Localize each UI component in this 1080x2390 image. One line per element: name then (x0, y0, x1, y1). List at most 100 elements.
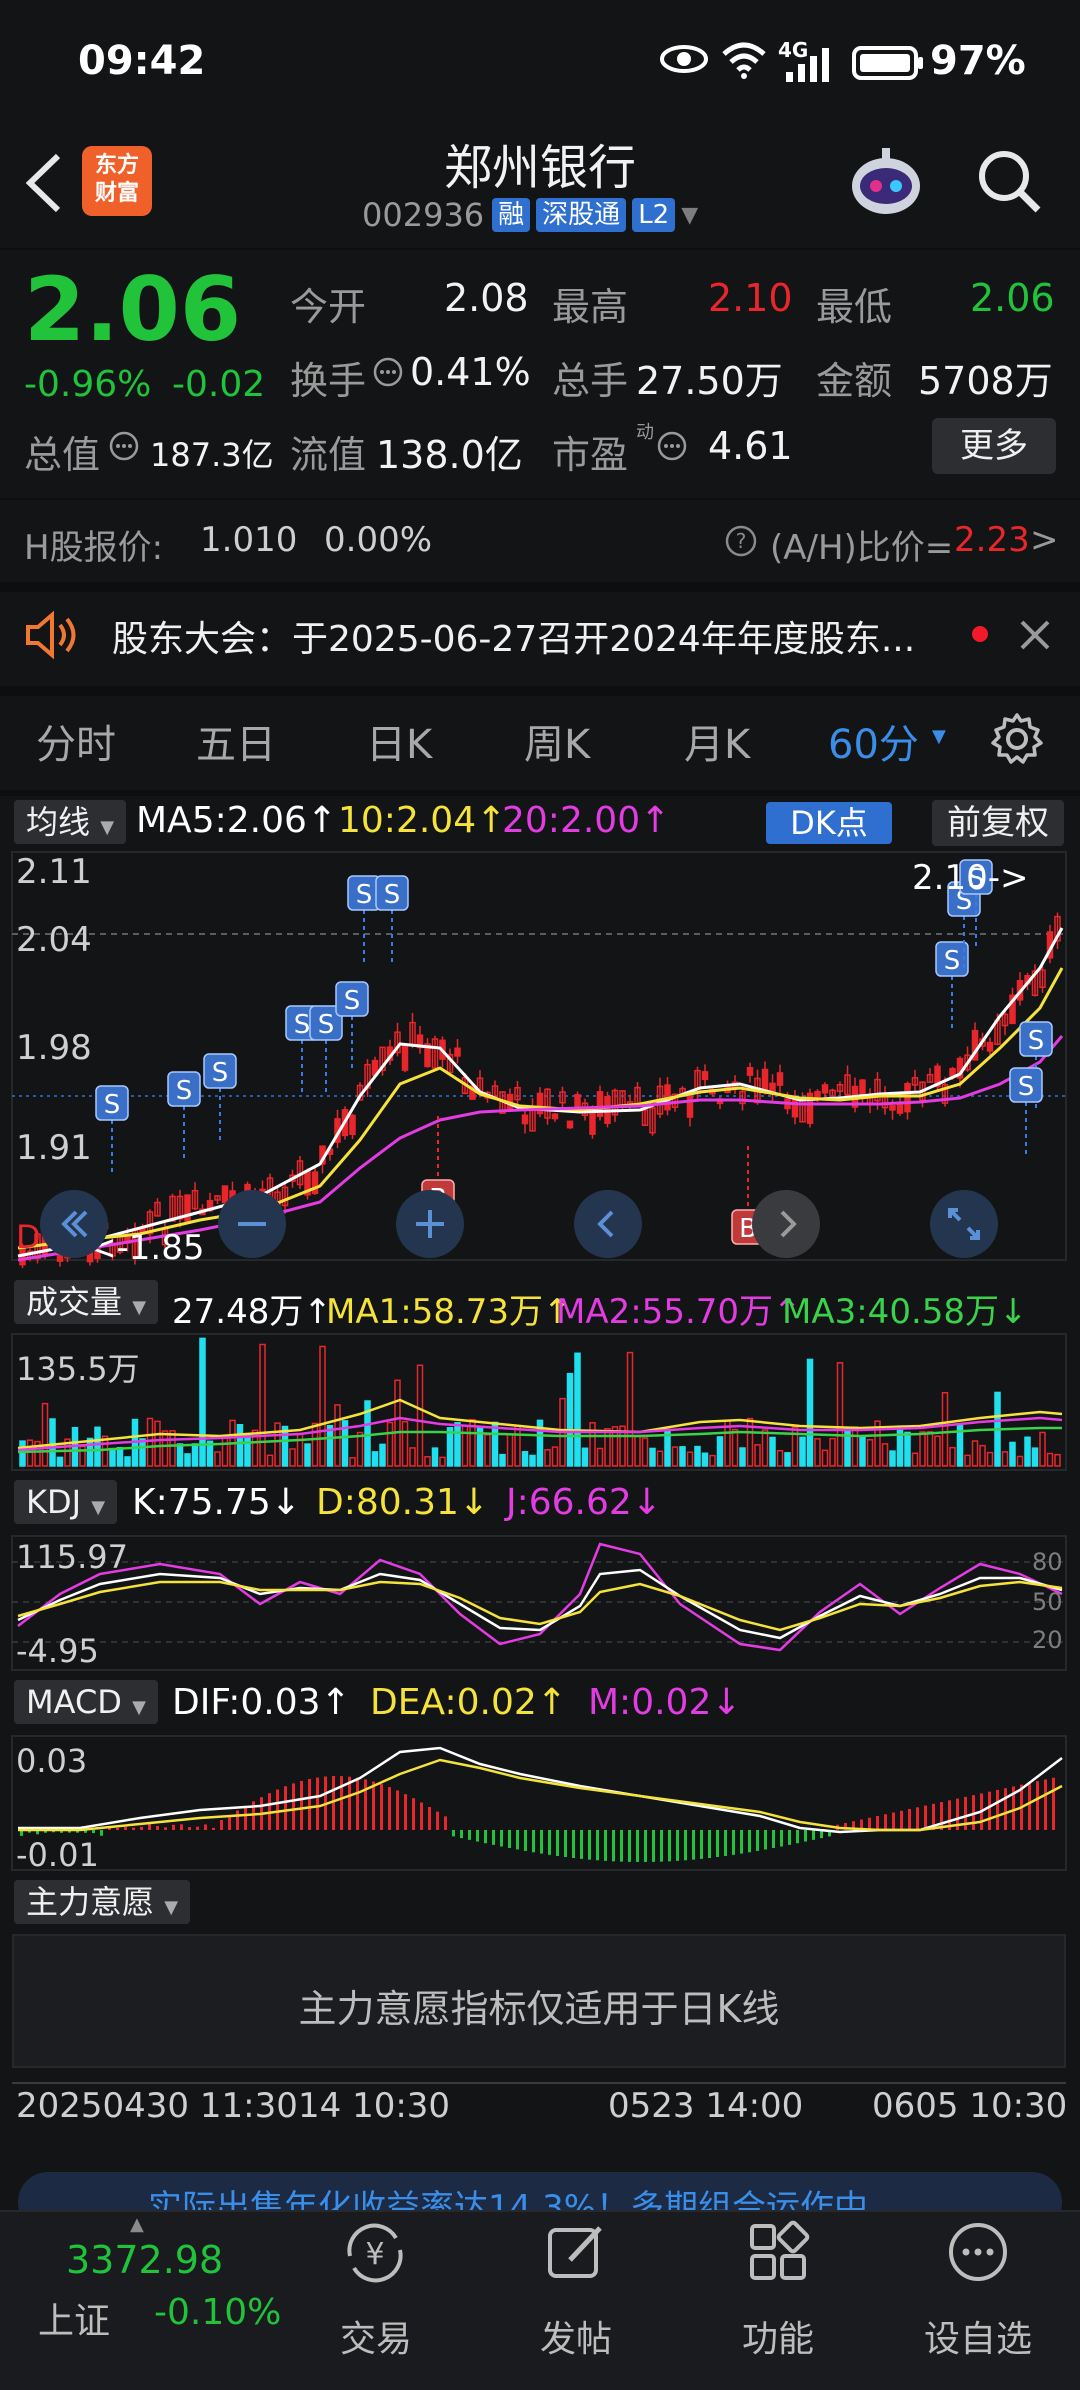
svg-text:¥: ¥ (365, 2237, 384, 2272)
volume-bar (521, 1451, 529, 1467)
macd-bar (988, 1791, 991, 1830)
macd-bar (236, 1810, 239, 1830)
ah-arrow[interactable]: > (1030, 520, 1059, 560)
nav-functions[interactable]: 功能 (742, 2310, 814, 2362)
tab-weekly-k[interactable]: 周K (524, 712, 590, 770)
volume-bar (814, 1438, 821, 1467)
volume-bar (424, 1456, 431, 1467)
volume-bar (146, 1417, 154, 1467)
sell-signal-marker[interactable]: S (167, 1071, 201, 1158)
macd-bar (204, 1824, 207, 1830)
dropdown-caret-icon[interactable]: ▼ (681, 203, 698, 228)
indicator-dropdown-ma[interactable]: 均线 ▼ (14, 800, 127, 844)
kline-chart[interactable]: SSSSSSSSSSSSSBB (0, 848, 1080, 1268)
macd-dropdown-label: MACD (26, 1683, 122, 1721)
robot-assistant-icon[interactable] (846, 142, 926, 222)
info-dots-icon[interactable] (372, 356, 404, 388)
sell-signal-marker[interactable]: S (203, 1053, 237, 1140)
candle (829, 1088, 836, 1098)
more-dots-icon[interactable] (946, 2220, 1010, 2284)
help-icon[interactable]: ? (724, 524, 758, 558)
tab-daily-k[interactable]: 日K (366, 712, 432, 770)
more-button[interactable]: 更多 (932, 418, 1056, 474)
macd-bar (396, 1790, 399, 1830)
macd-bar (660, 1830, 663, 1862)
sell-signal-marker[interactable]: S (375, 875, 409, 962)
candle (986, 1037, 994, 1056)
zoom-in-button[interactable] (396, 1190, 464, 1258)
index-name[interactable]: 上证 (38, 2292, 110, 2344)
info-dots-icon[interactable] (656, 430, 688, 462)
scroll-left-button[interactable] (574, 1190, 642, 1258)
scroll-left-fast-button[interactable] (40, 1190, 108, 1258)
volume-bar (649, 1447, 656, 1467)
sell-signal-marker[interactable]: S (347, 875, 381, 962)
index-pct[interactable]: -0.10% (154, 2292, 281, 2333)
sell-signal-marker[interactable]: S (935, 941, 969, 1028)
ma-dropdown-label: 均线 (26, 803, 91, 841)
candle (866, 1088, 874, 1114)
tab-60min-caret-icon[interactable]: ▼ (932, 726, 946, 747)
candle (536, 1087, 544, 1118)
indicator-dropdown-macd[interactable]: MACD ▼ (14, 1680, 158, 1724)
tab-monthly-k[interactable]: 月K (684, 712, 750, 770)
macd-bar (604, 1830, 607, 1861)
adjust-mode-button[interactable]: 前复权 (932, 800, 1064, 846)
info-dots-icon[interactable] (108, 430, 140, 462)
macd-bar (140, 1826, 143, 1830)
index-value[interactable]: 3372.98 (66, 2238, 223, 2282)
tab-60min[interactable]: 60分 (828, 712, 919, 770)
nav-trade[interactable]: 交易 (340, 2310, 412, 2362)
tab-intraday[interactable]: 分时 (36, 712, 116, 770)
time-axis-ticks[interactable] (12, 2070, 1066, 2084)
volume-bar (836, 1362, 844, 1467)
indicator-dropdown-kdj[interactable]: KDJ ▼ (14, 1480, 118, 1524)
candle (454, 1039, 461, 1064)
macd-bar (276, 1789, 279, 1830)
candle (574, 1091, 581, 1109)
zoom-out-button[interactable] (218, 1190, 286, 1258)
sell-signal-marker[interactable]: S (309, 1005, 343, 1092)
macd-bar (796, 1830, 799, 1844)
volume-bar (641, 1437, 649, 1467)
macd-bar (804, 1830, 807, 1842)
index-caret-icon: ▲ (130, 2214, 144, 2235)
indicator-dropdown-volume[interactable]: 成交量 ▼ (14, 1280, 159, 1324)
volume-bar (596, 1447, 604, 1467)
volume-bar (799, 1436, 806, 1467)
candle (1009, 987, 1016, 1025)
functions-grid-icon[interactable] (746, 2220, 810, 2284)
macd-m: M:0.02↓ (588, 1682, 742, 1723)
volume-bar (371, 1451, 379, 1467)
volume-bar (139, 1438, 146, 1467)
sell-signal-marker[interactable]: S (95, 1085, 129, 1172)
macd-bar (780, 1830, 783, 1847)
fullscreen-button[interactable] (930, 1190, 998, 1258)
macd-bar (212, 1827, 215, 1830)
macd-bar (596, 1830, 599, 1861)
tag-margin: 融 (492, 198, 531, 232)
dk-point-button[interactable]: DK点 (766, 802, 892, 844)
macd-bar (876, 1816, 879, 1830)
trade-icon[interactable]: ¥ (340, 2220, 410, 2286)
scroll-right-button[interactable] (752, 1190, 820, 1258)
speaker-icon (24, 610, 82, 660)
ma20-value: 20:2.00↑ (502, 800, 671, 841)
indicator-dropdown-zlyy[interactable]: 主力意愿 ▼ (14, 1880, 191, 1924)
macd-bar (420, 1802, 423, 1830)
notice-text[interactable]: 股东大会：于2025-06-27召开2024年年度股东... (112, 610, 962, 662)
macd-bar (156, 1825, 159, 1830)
post-icon[interactable] (544, 2220, 608, 2284)
volume-bar (154, 1420, 161, 1467)
close-icon[interactable] (1016, 616, 1054, 654)
nav-post[interactable]: 发帖 (540, 2310, 612, 2362)
nav-add-watchlist[interactable]: 设自选 (924, 2310, 1032, 2362)
search-icon[interactable] (976, 148, 1044, 216)
gear-icon[interactable] (990, 712, 1044, 766)
macd-bar (428, 1806, 431, 1830)
candle (409, 1012, 416, 1049)
volume-bar (116, 1446, 124, 1467)
time-axis-right: 0605 10:30 (872, 2086, 1068, 2126)
tab-five-day[interactable]: 五日 (196, 712, 276, 770)
sell-signal-marker[interactable]: S (1009, 1067, 1043, 1154)
